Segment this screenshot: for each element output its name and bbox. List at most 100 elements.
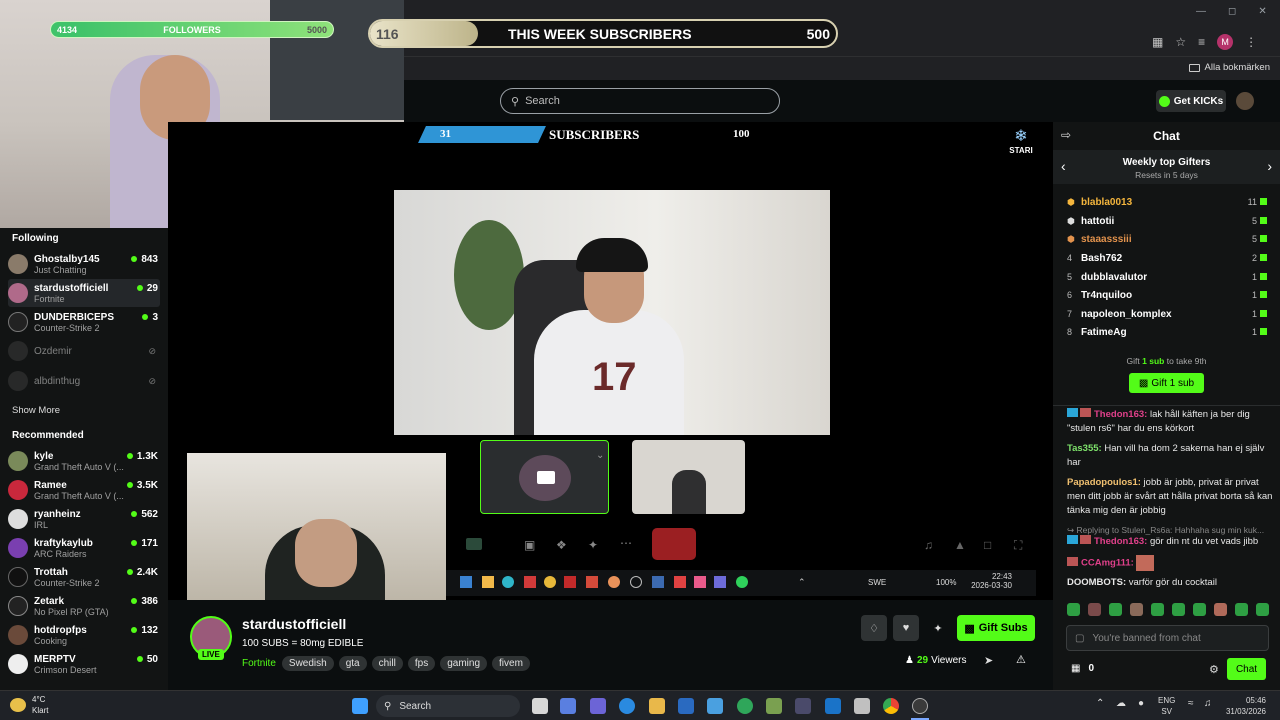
emote[interactable] [1109, 603, 1122, 616]
end-call-button[interactable] [652, 528, 696, 560]
emote[interactable] [1130, 603, 1143, 616]
chat-input[interactable]: ▢ You're banned from chat [1066, 625, 1269, 651]
gift-one-sub-button[interactable]: ▩ Gift 1 sub [1129, 373, 1204, 393]
sidebar-item-kyle[interactable]: kyle Grand Theft Auto V (... 1.3K [8, 447, 160, 475]
category-link[interactable]: Fortnite [242, 658, 276, 669]
media-icon[interactable]: ≡ [1198, 35, 1205, 49]
copilot-icon[interactable] [560, 698, 576, 714]
emote[interactable] [1172, 603, 1185, 616]
chat-message[interactable]: Thedon163: gör din nt du vet vads jibb [1067, 535, 1275, 549]
emote[interactable] [1067, 603, 1080, 616]
chat-settings-icon[interactable]: ⚙ [1209, 663, 1219, 676]
apps-icon[interactable]: ❖ [556, 538, 567, 552]
obs-icon[interactable] [912, 698, 928, 714]
sidebar-item-stardustofficiell[interactable]: stardustofficiell Fortnite 29 [8, 279, 160, 307]
gifter-row[interactable]: 6 Tr4nquiloo 1 [1067, 286, 1267, 304]
gifter-row[interactable]: ⬢ blabla0013 11 [1067, 193, 1267, 211]
sidebar-item-ozdemir[interactable]: Ozdemir ⊘ [8, 337, 160, 365]
language-indicator[interactable]: ENG SV [1158, 695, 1175, 717]
sparkle-button[interactable]: ✦ [925, 615, 951, 641]
weather-widget[interactable]: 4°C Klart [10, 694, 48, 716]
sidebar-item-ryanheinz[interactable]: ryanheinz IRL 562 [8, 505, 160, 533]
bookmark-star-icon[interactable]: ☆ [1175, 35, 1186, 49]
sidebar-item-trottah[interactable]: Trottah Counter-Strike 2 2.4K [8, 563, 160, 591]
sidebar-item-ghostalby145[interactable]: Ghostalby145 Just Chatting 843 [8, 250, 160, 278]
tag[interactable]: gaming [440, 656, 488, 671]
gift-subs-button[interactable]: ▩ Gift Subs [957, 615, 1035, 641]
emote[interactable] [1235, 603, 1248, 616]
popout-icon[interactable]: □ [984, 538, 991, 552]
gifter-row[interactable]: ⬢ staaasssiii 5 [1067, 230, 1267, 248]
taskbar-search[interactable]: ⚲ Search [376, 695, 520, 717]
maximize-icon[interactable]: ◻ [1228, 6, 1236, 20]
emote[interactable] [1256, 603, 1269, 616]
mail-icon[interactable] [707, 698, 723, 714]
call-tile-self[interactable] [480, 440, 609, 514]
call-tile-other[interactable] [632, 440, 745, 514]
menu-icon[interactable]: ⋮ [1245, 35, 1257, 49]
outlook-icon[interactable] [825, 698, 841, 714]
gifter-row[interactable]: 8 FatimeAg 1 [1067, 323, 1267, 341]
task-view-icon[interactable] [532, 698, 548, 714]
emote[interactable] [1193, 603, 1206, 616]
volume-icon[interactable]: ♫ [924, 538, 933, 552]
tag[interactable]: chill [371, 656, 403, 671]
chat-message[interactable]: CCAmg111: [1067, 555, 1275, 571]
pin-icon[interactable]: ▲ [954, 538, 966, 552]
chat-message[interactable]: DOOMBOTS: varför gör du cocktail [1067, 576, 1275, 590]
window-controls[interactable]: — ◻ ✕ [1196, 6, 1276, 20]
wifi-icon[interactable]: ≈ [1188, 698, 1194, 709]
get-kicks-button[interactable]: Get KICKs [1156, 90, 1226, 112]
sidebar-item-albdinthug[interactable]: albdinthug ⊘ [8, 367, 160, 395]
chevron-right-icon[interactable]: › [1267, 158, 1272, 174]
edge-icon[interactable] [619, 698, 635, 714]
tray-chevron-icon[interactable]: ⌃ [1096, 698, 1104, 709]
chrome-icon[interactable] [883, 698, 899, 714]
app-icon[interactable] [795, 698, 811, 714]
tag[interactable]: Swedish [281, 656, 334, 671]
emote[interactable] [1151, 603, 1164, 616]
video-icon[interactable] [466, 538, 482, 550]
store-icon[interactable] [678, 698, 694, 714]
report-icon[interactable]: ⚠ [1016, 653, 1026, 666]
tag[interactable]: fps [407, 656, 436, 671]
file-explorer-icon[interactable] [649, 698, 665, 714]
close-icon[interactable]: ✕ [1258, 6, 1266, 20]
follow-button[interactable]: ♥ [893, 615, 919, 641]
windows-start-icon[interactable] [352, 698, 368, 714]
sidebar-item-dunderbiceps[interactable]: DUNDERBICEPS Counter-Strike 2 3 [8, 308, 160, 336]
channel-name[interactable]: stardustofficiell [242, 616, 346, 632]
shield-icon[interactable] [737, 698, 753, 714]
clock[interactable]: 05:46 31/03/2026 [1222, 695, 1266, 717]
chat-message[interactable]: Tas355: Han vill ha dom 2 sakerna han ej… [1067, 442, 1275, 470]
chevron-down-icon[interactable]: ⌄ [596, 450, 604, 461]
tag[interactable]: fivem [492, 656, 530, 671]
minimize-icon[interactable]: — [1196, 6, 1206, 20]
chat-send-button[interactable]: Chat [1227, 658, 1266, 680]
search-input[interactable]: ⚲ Search [500, 88, 780, 114]
tray-app-icon[interactable]: ☁ [1116, 698, 1126, 709]
show-more-link[interactable]: Show More [0, 405, 60, 416]
sidebar-item-hotdropfps[interactable]: hotdropfps Cooking 132 [8, 621, 160, 649]
emote[interactable] [1214, 603, 1227, 616]
translate-icon[interactable]: ▦ [1152, 35, 1163, 49]
sidebar-item-kraftykaylub[interactable]: kraftykaylub ARC Raiders 171 [8, 534, 160, 562]
gifter-row[interactable]: 4 Bash762 2 [1067, 249, 1267, 267]
fullscreen-icon[interactable]: ⛶ [1014, 538, 1022, 553]
app-icon[interactable] [766, 698, 782, 714]
gifter-row[interactable]: 5 dubblavalutor 1 [1067, 268, 1267, 286]
channel-points[interactable]: ▦ 0 [1071, 663, 1094, 674]
gifter-row[interactable]: 7 napoleon_komplex 1 [1067, 305, 1267, 323]
mic-icon[interactable]: ● [1138, 698, 1144, 709]
chat-message[interactable]: Thedon163: lak håll käften ja ber dig "s… [1067, 408, 1275, 436]
effects-icon[interactable]: ✦ [588, 538, 598, 552]
gifter-row[interactable]: ⬢ hattotii 5 [1067, 212, 1267, 230]
tag[interactable]: gta [338, 656, 367, 671]
chat-message[interactable]: Papadopoulos1: jobb är jobb, privat är p… [1067, 476, 1275, 518]
more-icon[interactable]: ⋯ [620, 536, 632, 550]
sidebar-item-ramee[interactable]: Ramee Grand Theft Auto V (... 3.5K [8, 476, 160, 504]
share-icon[interactable]: ➤ [984, 654, 993, 667]
sidebar-item-merptv[interactable]: MERPTV Crimson Desert 50 [8, 650, 160, 678]
app-icon[interactable] [854, 698, 870, 714]
profile-avatar[interactable]: M [1217, 34, 1234, 50]
